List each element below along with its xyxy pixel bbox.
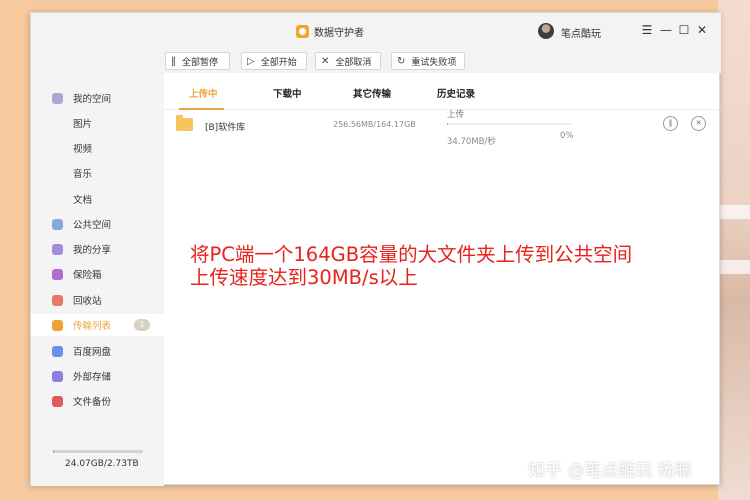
background-strip (720, 260, 750, 274)
public-space-icon (52, 218, 63, 230)
transfer-item-status: 上传 (447, 110, 465, 120)
backup-icon (52, 395, 63, 407)
app-title: 数据守护者 (314, 28, 364, 39)
play-icon: ▷ (247, 55, 255, 67)
maximize-icon[interactable]: ☐ (677, 22, 691, 38)
sidebar-item-label: 文档 (73, 195, 93, 206)
background-photo (718, 0, 750, 500)
sidebar-item-my-shares[interactable]: 我的分享 (31, 238, 164, 260)
storage-usage-bar (53, 450, 143, 453)
title-bar: 数据守护者 笔点酷玩 ☰ — ☐ ✕ ‖ 全部暂停 ▷ 全部开始 ✕ 全部取消 … (31, 13, 721, 73)
sidebar-item-label: 音乐 (73, 169, 93, 180)
pause-transfer-button[interactable]: ‖ (663, 116, 678, 131)
sidebar-item-safe[interactable]: 保险箱 (31, 263, 164, 285)
cancel-all-label: 全部取消 (335, 57, 372, 68)
transfer-item-size: 256.56MB/164.17GB (333, 120, 416, 129)
tab-other-transfers[interactable]: 其它传输 (353, 86, 391, 100)
transfer-item-name: [B]软件库 (205, 123, 246, 133)
sidebar-item-baidu-pan[interactable]: 百度网盘 (31, 340, 164, 362)
safe-icon (52, 268, 63, 280)
sidebar-item-recycle-bin[interactable]: 回收站 (31, 289, 164, 311)
tab-downloading[interactable]: 下载中 (273, 86, 302, 100)
sidebar-item-label: 回收站 (73, 296, 102, 307)
sidebar-item-label: 图片 (73, 119, 93, 130)
tab-history[interactable]: 历史记录 (437, 86, 475, 100)
retry-icon: ↻ (397, 55, 406, 67)
sidebar-item-label: 文件备份 (73, 397, 112, 408)
sidebar-item-label: 保险箱 (73, 270, 102, 281)
sidebar-item-pictures[interactable]: 图片 (31, 112, 164, 134)
tab-divider (164, 109, 721, 110)
overlay-caption-line: 将PC端一个164GB容量的大文件夹上传到公共空间 (190, 243, 633, 266)
watermark: 知乎 @笔点酷玩 杨聪 (528, 461, 692, 481)
tab-uploading[interactable]: 上传中 (189, 86, 218, 100)
start-all-label: 全部开始 (260, 57, 297, 68)
share-icon (52, 243, 63, 255)
sidebar-item-transfer-list[interactable]: 传输列表 1 (31, 314, 164, 336)
recycle-bin-icon (52, 294, 63, 306)
transfer-progress-bar (447, 123, 572, 125)
sidebar-item-label: 百度网盘 (73, 347, 112, 358)
cancel-all-button[interactable]: ✕ 全部取消 (315, 52, 381, 70)
pause-icon: ‖ (171, 55, 176, 67)
sidebar-item-label: 视频 (73, 144, 93, 155)
sidebar-item-external-storage[interactable]: 外部存储 (31, 365, 164, 387)
external-storage-icon (52, 370, 63, 382)
sidebar-item-label: 我的空间 (73, 94, 112, 105)
app-logo-icon (296, 25, 309, 38)
cancel-transfer-button[interactable]: ✕ (691, 116, 706, 131)
close-icon[interactable]: ✕ (695, 22, 709, 38)
overlay-caption: 将PC端一个164GB容量的大文件夹上传到公共空间 上传速度达到30MB/s以上 (190, 243, 632, 289)
username[interactable]: 笔点酷玩 (561, 25, 601, 40)
sidebar-item-label: 公共空间 (73, 220, 112, 231)
transfer-count-badge: 1 (134, 319, 150, 331)
transfer-speed: 34.70MB/秒 (447, 137, 496, 147)
sidebar-item-documents[interactable]: 文档 (31, 188, 164, 210)
pause-all-button[interactable]: ‖ 全部暂停 (165, 52, 230, 70)
retry-failed-button[interactable]: ↻ 重试失败项 (391, 52, 465, 70)
transfer-icon (52, 319, 63, 331)
sidebar-item-label: 外部存储 (73, 372, 112, 383)
sidebar-item-label: 我的分享 (73, 245, 112, 256)
sidebar-item-music[interactable]: 音乐 (31, 162, 164, 184)
pause-all-label: 全部暂停 (182, 57, 219, 68)
sidebar-item-my-space[interactable]: 我的空间 (31, 87, 164, 109)
transfer-tabs: 上传中 下载中 其它传输 历史记录 (164, 73, 721, 105)
folder-icon (176, 115, 193, 131)
sidebar-item-public-space[interactable]: 公共空间 (31, 213, 164, 235)
baidu-pan-icon (52, 345, 63, 357)
sidebar-item-file-backup[interactable]: 文件备份 (31, 390, 164, 412)
sidebar-item-videos[interactable]: 视频 (31, 137, 164, 159)
retry-failed-label: 重试失败项 (411, 57, 457, 68)
my-space-icon (52, 92, 63, 104)
minimize-icon[interactable]: — (659, 22, 673, 38)
active-tab-underline (179, 108, 224, 110)
avatar[interactable] (538, 23, 554, 39)
sidebar: 我的空间 图片 视频 音乐 文档 公共空间 我的分享 保险箱 回收站 传输列表 … (31, 73, 164, 486)
menu-icon[interactable]: ☰ (640, 22, 654, 38)
storage-usage-text: 24.07GB/2.73TB (65, 459, 139, 469)
start-all-button[interactable]: ▷ 全部开始 (241, 52, 307, 70)
storage-usage-fill (53, 450, 54, 453)
sidebar-item-label: 传输列表 (73, 321, 112, 332)
transfer-percent: 0% (560, 131, 574, 141)
overlay-caption-line: 上传速度达到30MB/s以上 (190, 266, 418, 289)
background-strip (720, 205, 750, 219)
cancel-icon: ✕ (321, 55, 330, 67)
